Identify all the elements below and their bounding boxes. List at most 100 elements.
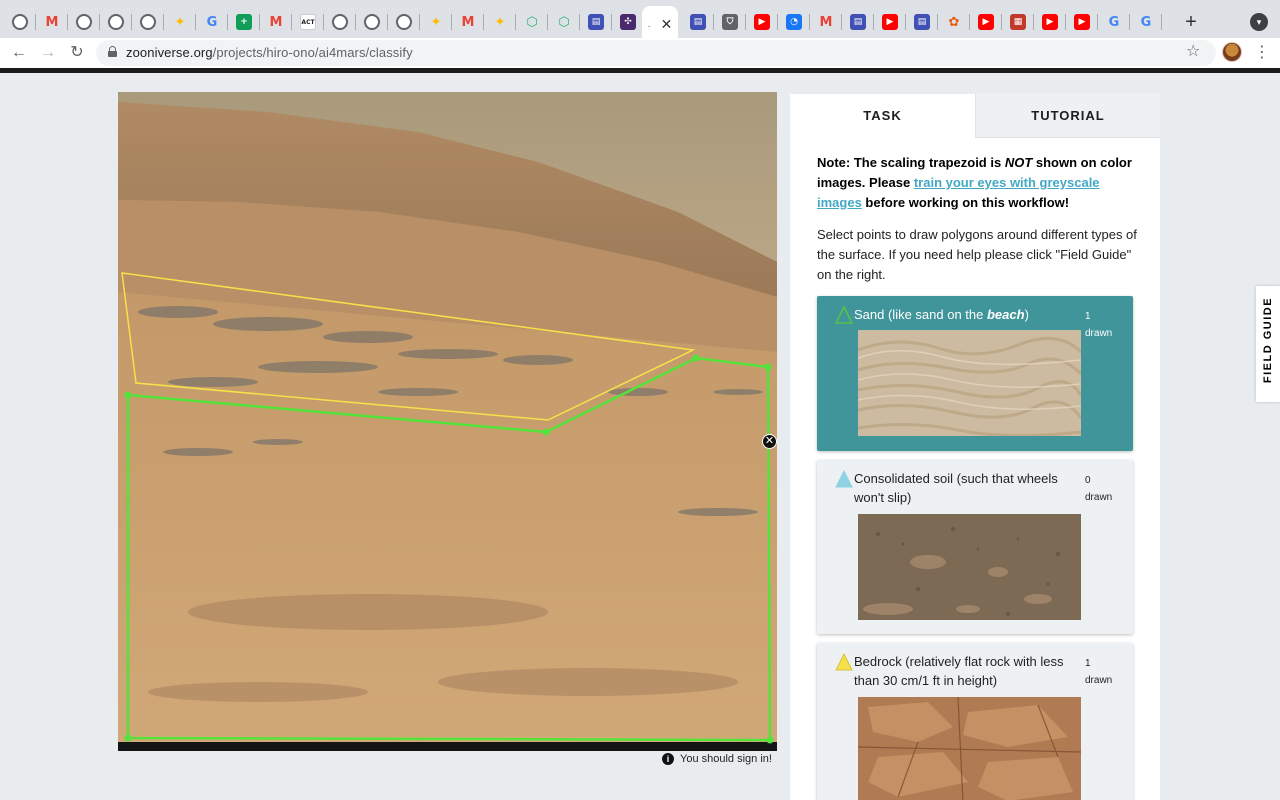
browser-tab[interactable]: ✦ — [420, 8, 452, 36]
tool-option-consolidated-soil[interactable]: Consolidated soil (such that wheels won'… — [817, 460, 1133, 634]
tool-label: Sand (like sand on the beach) — [854, 307, 1029, 322]
polygon-vertex[interactable] — [764, 363, 772, 371]
tab-separator — [1161, 14, 1162, 30]
browser-tab[interactable]: ⬡ — [516, 8, 548, 36]
tab-tutorial[interactable]: TUTORIAL — [975, 94, 1160, 138]
tab-favicon: . — [647, 18, 651, 30]
globe-icon — [332, 14, 348, 30]
tool-option-bedrock[interactable]: Bedrock (relatively flat rock with less … — [817, 643, 1133, 800]
browser-tab[interactable] — [132, 8, 164, 36]
browser-tab[interactable]: ▶ — [746, 8, 778, 36]
youtube-icon: ▶ — [1074, 14, 1090, 30]
gmail-icon: M — [461, 14, 475, 30]
browser-tab[interactable] — [356, 8, 388, 36]
browser-tab[interactable]: M — [36, 8, 68, 36]
browser-tab[interactable]: ✦ — [164, 8, 196, 36]
youtube-icon: ▶ — [754, 14, 770, 30]
browser-tab[interactable]: ✿ — [938, 8, 970, 36]
youtube-icon: ▶ — [1042, 14, 1058, 30]
browser-menu-icon[interactable]: ⋮ — [1254, 42, 1270, 62]
youtube-icon: ▶ — [978, 14, 994, 30]
signin-text: You should sign in! — [680, 753, 772, 765]
back-arrow-icon[interactable]: ← — [8, 42, 30, 64]
delete-shape-button[interactable]: ✕ — [762, 434, 777, 449]
browser-tab[interactable]: M — [810, 8, 842, 36]
browser-tab[interactable]: G — [196, 8, 228, 36]
browser-tab[interactable]: ▶ — [1034, 8, 1066, 36]
browser-tab[interactable]: M — [452, 8, 484, 36]
hexagon-icon: ⬡ — [558, 14, 570, 30]
browser-tab[interactable] — [388, 8, 420, 36]
browser-tab[interactable]: + — [228, 8, 260, 36]
site-header-bar — [0, 68, 1280, 73]
youtube-icon: ▶ — [882, 14, 898, 30]
browser-tab[interactable] — [4, 8, 36, 36]
browser-tab[interactable]: ▶ — [1066, 8, 1098, 36]
new-tab-button[interactable]: + — [1178, 10, 1204, 34]
polygon-vertex[interactable] — [692, 354, 700, 362]
address-bar[interactable]: zooniverse.org/projects/hiro-ono/ai4mars… — [96, 40, 1216, 66]
reload-icon[interactable]: ↻ — [66, 42, 88, 64]
browser-tab[interactable]: ◔ — [778, 8, 810, 36]
triangle-icon — [835, 653, 853, 671]
shield-icon: ⛉ — [722, 14, 738, 30]
browser-tab[interactable] — [68, 8, 100, 36]
profile-avatar[interactable] — [1222, 42, 1242, 62]
gmail-icon: M — [819, 14, 833, 30]
polygon-vertex[interactable] — [542, 428, 550, 436]
browser-tab[interactable]: ⬡ — [548, 8, 580, 36]
act-icon: ACT — [300, 14, 316, 30]
hexagon-icon: ⬡ — [526, 14, 538, 30]
pinwheel-icon: ✦ — [174, 14, 186, 30]
browser-tab[interactable]: ▦ — [1002, 8, 1034, 36]
polygon-vertex[interactable] — [124, 734, 132, 742]
browser-tab[interactable]: G — [1130, 8, 1162, 36]
tab-active[interactable]: . ✕ — [642, 6, 678, 42]
browser-toolbar: ← → ↻ zooniverse.org/projects/hiro-ono/a… — [0, 38, 1280, 68]
browser-tab[interactable]: ▤ — [906, 8, 938, 36]
field-guide-button[interactable]: FIELD GUIDE — [1256, 286, 1280, 402]
browser-tab-strip: M ✦ G + M ACT ✦ M ✦ ⬡ ⬡ ▤ ✣. ✕ ▤ ⛉ ▶ ◔ M ▤ ▶ ▤ ✿ ▶ ▦ ▶ ▶ G G — [0, 0, 1280, 42]
browser-tab[interactable]: ▤ — [580, 8, 612, 36]
browser-tab[interactable]: ▤ — [682, 8, 714, 36]
browser-tab[interactable]: M — [260, 8, 292, 36]
pinwheel-icon: ✦ — [430, 14, 442, 30]
tool-drawn-count: 1 drawn — [1085, 658, 1113, 686]
consolidated-soil-example-image — [858, 514, 1081, 620]
polygon-vertex[interactable] — [766, 736, 774, 744]
bookmark-star-icon[interactable]: ☆ — [1186, 41, 1200, 61]
pinwheel-icon: ✦ — [494, 14, 506, 30]
globe-icon — [140, 14, 156, 30]
tool-option-sand[interactable]: Sand (like sand on the beach) 1 drawn — [817, 296, 1133, 451]
globe-icon — [76, 14, 92, 30]
globe-icon — [396, 14, 412, 30]
sheets-icon: + — [236, 14, 252, 30]
layout-icon: ▤ — [914, 14, 930, 30]
forward-arrow-icon[interactable]: → — [37, 42, 59, 64]
signin-notice: i You should sign in! — [662, 753, 772, 765]
browser-tab[interactable]: G — [1098, 8, 1130, 36]
browser-tab[interactable]: ✦ — [484, 8, 516, 36]
browser-tab[interactable]: ✣ — [612, 8, 644, 36]
polygon-vertex[interactable] — [124, 391, 132, 399]
browser-tab[interactable]: ▶ — [874, 8, 906, 36]
layout-icon: ▤ — [690, 14, 706, 30]
tool-drawn-count: 1 drawn — [1085, 311, 1113, 339]
subject-image-viewer[interactable] — [118, 92, 777, 751]
sand-example-image — [858, 330, 1081, 436]
bedrock-example-image — [858, 697, 1081, 800]
browser-tab[interactable] — [324, 8, 356, 36]
browser-tab[interactable]: ▶ — [970, 8, 1002, 36]
browser-tab[interactable]: ▤ — [842, 8, 874, 36]
tab-task[interactable]: TASK — [790, 94, 975, 138]
browser-tab[interactable]: ACT — [292, 8, 324, 36]
field-guide-label: FIELD GUIDE — [1262, 296, 1274, 384]
browser-tab[interactable]: ⛉ — [714, 8, 746, 36]
globe-icon — [364, 14, 380, 30]
browser-tab[interactable] — [100, 8, 132, 36]
close-tab-icon[interactable]: ✕ — [661, 16, 673, 33]
google-icon: G — [206, 14, 218, 30]
zooniverse-icon: ✣ — [620, 14, 636, 30]
task-panel: TASK TUTORIAL Note: The scaling trapezoi… — [790, 94, 1160, 800]
tab-search-button[interactable]: ▾ — [1250, 13, 1268, 31]
